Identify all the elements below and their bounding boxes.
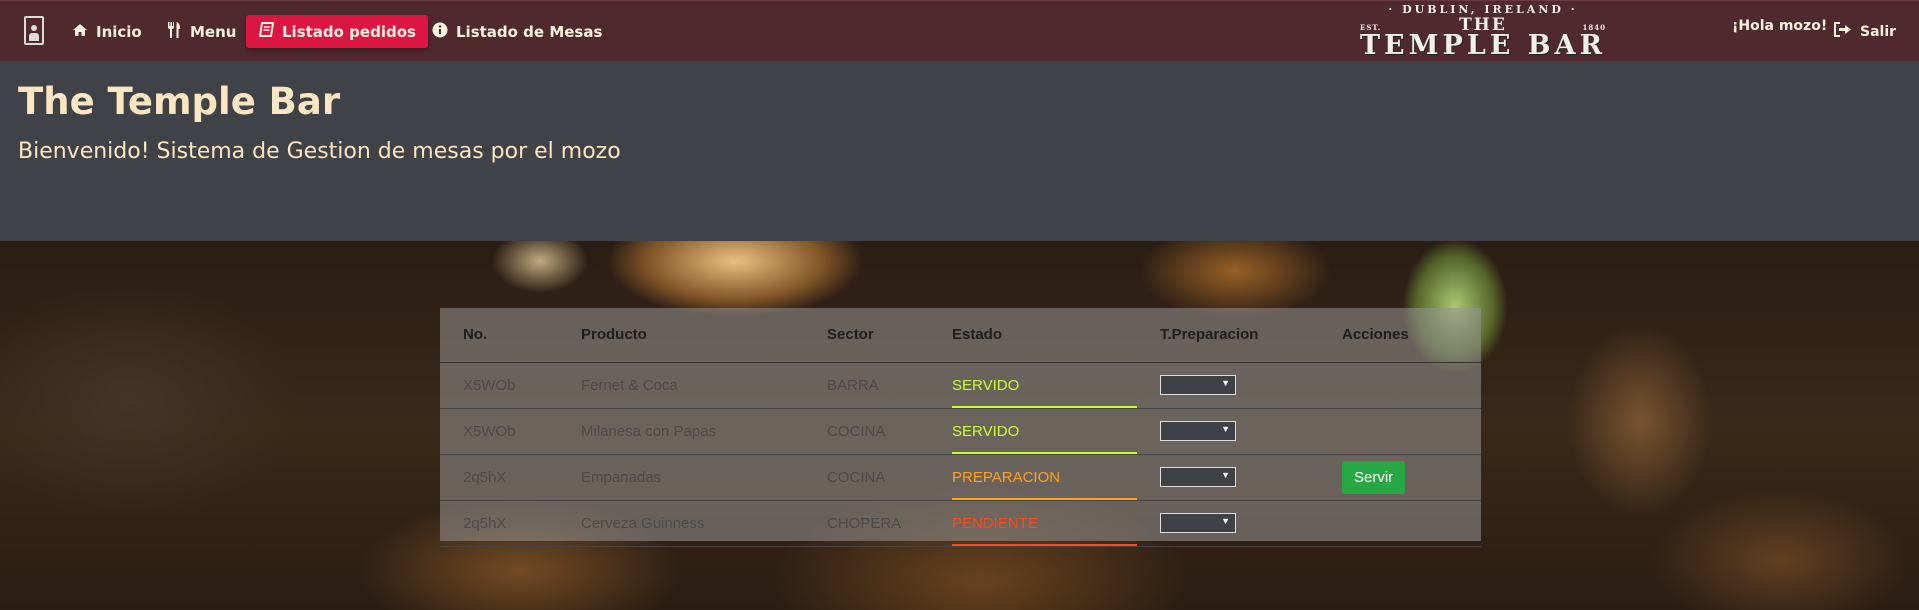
table-row: 2q5hX Empanadas COCINA PREPARACION Servi… bbox=[440, 454, 1481, 501]
cell-producto: Cerveza Guinness bbox=[558, 500, 804, 547]
utensils-icon bbox=[166, 21, 182, 42]
sign-out-icon bbox=[1834, 22, 1852, 41]
cell-producto: Empanadas bbox=[558, 454, 804, 501]
t-preparacion-select[interactable] bbox=[1160, 467, 1236, 487]
table-row: 2q5hX Cerveza Guinness CHOPERA PENDIENTE bbox=[440, 500, 1481, 547]
greeting: ¡Hola mozo! bbox=[1732, 18, 1828, 34]
header-t-preparacion: T.Preparacion bbox=[1137, 308, 1319, 363]
home-icon bbox=[72, 23, 88, 41]
nav-item-label: Listado de Mesas bbox=[456, 22, 603, 41]
nav-item-inicio[interactable]: Inicio bbox=[60, 15, 154, 48]
brand-user-icon[interactable] bbox=[24, 16, 44, 45]
cell-no: 2q5hX bbox=[440, 454, 558, 501]
cell-t-preparacion bbox=[1137, 500, 1319, 547]
estado-badge: SERVIDO bbox=[952, 365, 1137, 408]
info-circle-icon bbox=[432, 22, 448, 42]
cell-sector: BARRA bbox=[804, 362, 929, 409]
header-no: No. bbox=[440, 308, 558, 363]
estado-badge: PENDIENTE bbox=[952, 503, 1137, 546]
t-preparacion-select[interactable] bbox=[1160, 375, 1236, 395]
logout-button[interactable]: Salir bbox=[1834, 22, 1896, 41]
navbar: Inicio Menu Listado pedidos Listado de M… bbox=[0, 0, 1919, 61]
cell-producto: Fernet & Coca bbox=[558, 362, 804, 409]
cell-estado: PENDIENTE bbox=[929, 500, 1137, 547]
cell-acciones bbox=[1319, 500, 1481, 547]
nav-item-label: Inicio bbox=[96, 22, 142, 41]
cell-acciones bbox=[1319, 408, 1481, 455]
cell-t-preparacion bbox=[1137, 454, 1319, 501]
estado-badge: SERVIDO bbox=[952, 411, 1137, 454]
nav-item-menu[interactable]: Menu bbox=[154, 15, 248, 48]
cell-producto: Milanesa con Papas bbox=[558, 408, 804, 455]
cell-estado: PREPARACION bbox=[929, 454, 1137, 501]
logout-label: Salir bbox=[1860, 23, 1897, 40]
page-title: The Temple Bar bbox=[18, 80, 341, 123]
nav-item-listado-mesas[interactable]: Listado de Mesas bbox=[420, 15, 614, 48]
header-sector: Sector bbox=[804, 308, 929, 363]
logo-year: 1840 bbox=[1582, 23, 1606, 32]
orders-table-container: No. Producto Sector Estado T.Preparacion… bbox=[440, 308, 1481, 547]
table-row: X5WOb Fernet & Coca BARRA SERVIDO bbox=[440, 362, 1481, 409]
cell-t-preparacion bbox=[1137, 408, 1319, 455]
cell-acciones bbox=[1319, 362, 1481, 409]
page-subtitle: Bienvenido! Sistema de Gestion de mesas … bbox=[18, 139, 621, 164]
header-producto: Producto bbox=[558, 308, 804, 363]
t-preparacion-select[interactable] bbox=[1160, 421, 1236, 441]
header-estado: Estado bbox=[929, 308, 1137, 363]
orders-table: No. Producto Sector Estado T.Preparacion… bbox=[440, 308, 1481, 547]
estado-badge: PREPARACION bbox=[952, 457, 1137, 500]
logo-main-text: TEMPLE BAR bbox=[1359, 30, 1607, 61]
temple-bar-logo: · DUBLIN, IRELAND · EST. THE 1840 TEMPLE… bbox=[1298, 3, 1668, 59]
nav-item-listado-pedidos[interactable]: Listado pedidos bbox=[246, 15, 428, 48]
cell-sector: COCINA bbox=[804, 408, 929, 455]
cell-estado: SERVIDO bbox=[929, 362, 1137, 409]
nav-item-label: Listado pedidos bbox=[282, 22, 416, 41]
logo-the: THE bbox=[1459, 15, 1507, 35]
logo-the-line: EST. THE 1840 bbox=[1298, 15, 1668, 35]
header-acciones: Acciones bbox=[1319, 308, 1481, 363]
cell-t-preparacion bbox=[1137, 362, 1319, 409]
cell-no: X5WOb bbox=[440, 362, 558, 409]
cell-sector: COCINA bbox=[804, 454, 929, 501]
nav-item-label: Menu bbox=[190, 22, 237, 41]
servir-button[interactable]: Servir bbox=[1342, 460, 1406, 494]
cell-no: X5WOb bbox=[440, 408, 558, 455]
table-header-row: No. Producto Sector Estado T.Preparacion… bbox=[440, 308, 1481, 363]
cell-estado: SERVIDO bbox=[929, 408, 1137, 455]
cell-no: 2q5hX bbox=[440, 500, 558, 547]
book-icon bbox=[258, 22, 274, 41]
logo-est: EST. bbox=[1360, 23, 1382, 32]
cell-acciones: Servir bbox=[1319, 454, 1481, 501]
cell-sector: CHOPERA bbox=[804, 500, 929, 547]
t-preparacion-select[interactable] bbox=[1160, 513, 1236, 533]
table-row: X5WOb Milanesa con Papas COCINA SERVIDO bbox=[440, 408, 1481, 455]
